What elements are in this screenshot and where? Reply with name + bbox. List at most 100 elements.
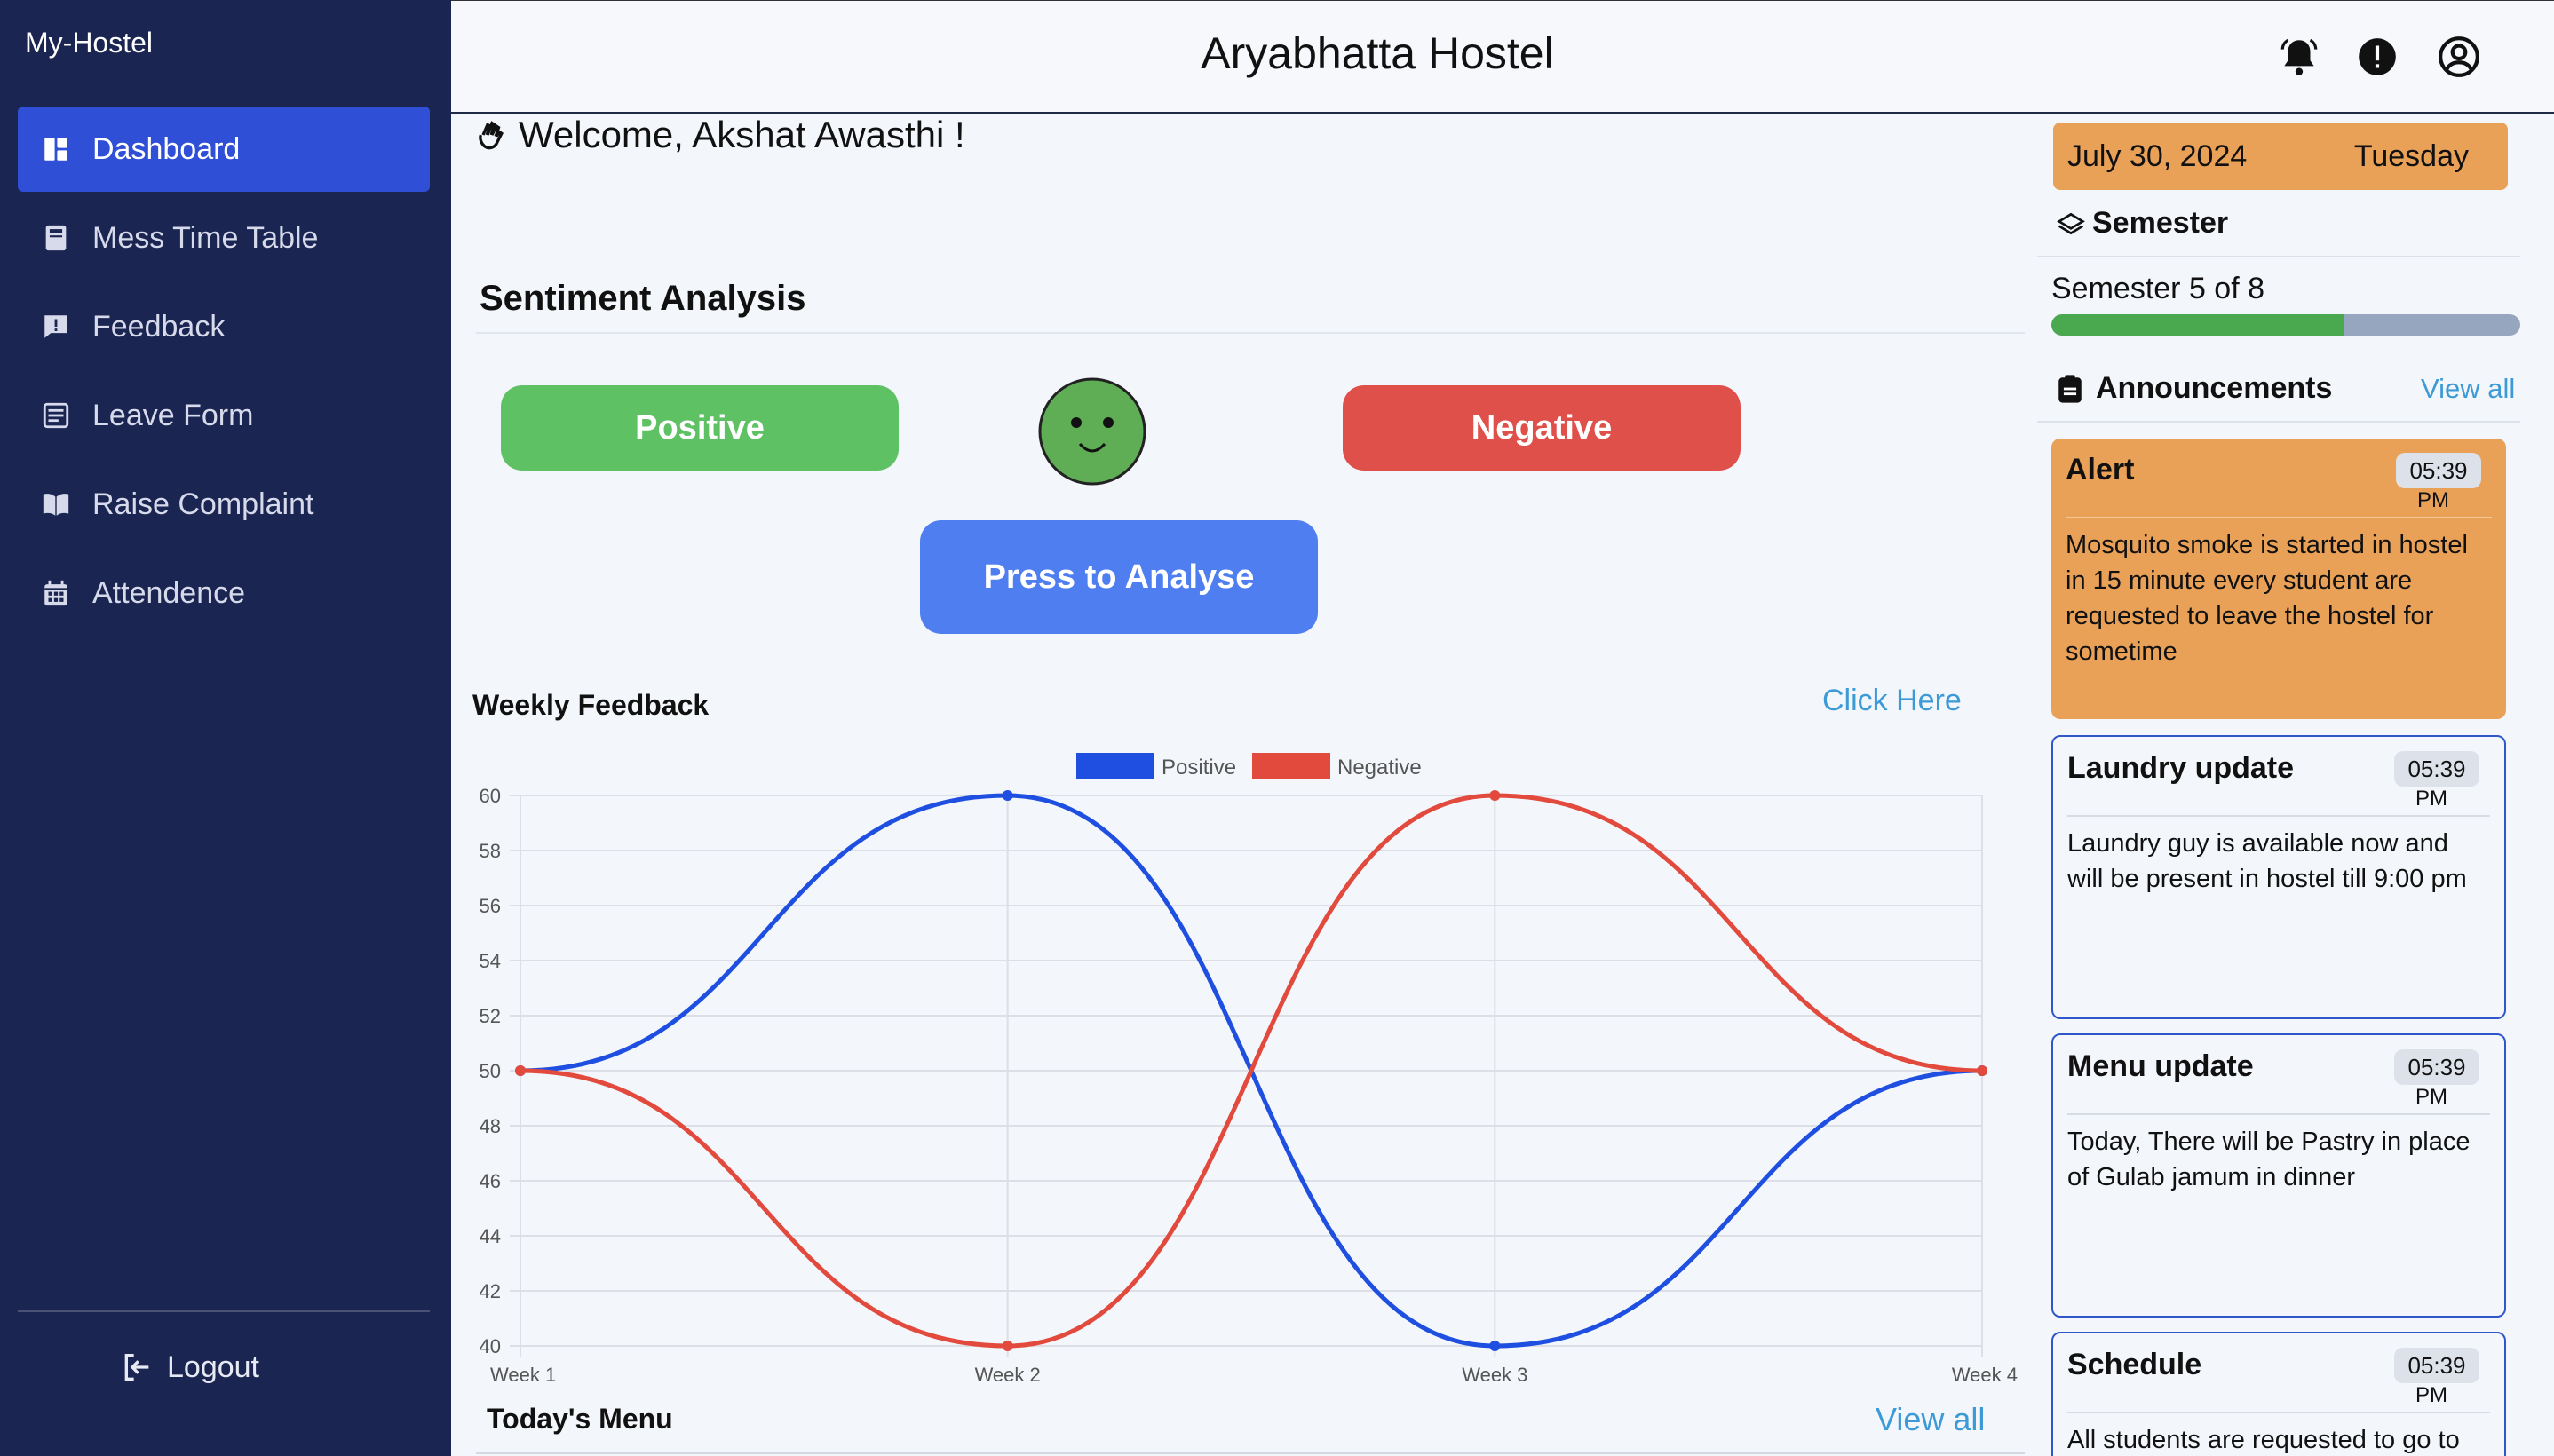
menu-view-all-link[interactable]: View all [1876,1401,1985,1438]
wave-hand-icon [479,121,504,150]
user-circle-icon[interactable] [2437,35,2481,79]
sidebar-item-label: Mess Time Table [92,220,319,255]
semester-heading-label: Semester [2092,206,2229,240]
feedback-icon [41,312,71,342]
sidebar-item-label: Feedback [92,309,226,344]
announcement-time: 05:39 [2394,1049,2479,1085]
page-title: Aryabhatta Hostel [1201,28,1554,78]
announcement-body: All students are requested to go to [2067,1426,2460,1454]
sidebar-item-label: Leave Form [92,398,254,432]
legend-swatch-negative [1252,753,1330,779]
welcome-message: Welcome, Akshat Awasthi ! [474,114,965,156]
positive-button[interactable]: Positive [501,385,899,471]
sidebar-nav: Dashboard Mess Time Table Feedback Leave… [18,107,430,639]
y-tick-label: 48 [480,1115,501,1137]
legend-label-positive: Positive [1162,756,1236,779]
semester-heading: Semester [2057,206,2228,241]
sidebar-item-label: Dashboard [92,131,241,166]
announcements-heading-label: Announcements [2096,371,2333,405]
announcement-title: Schedule [2067,1348,2202,1381]
y-tick-label: 40 [480,1335,501,1357]
data-point-negative [1489,790,1501,801]
date-banner: July 30, 2024 Tuesday [2053,123,2508,190]
form-icon [41,400,71,431]
menu-divider [476,1452,2025,1454]
analyse-button[interactable]: Press to Analyse [920,520,1318,634]
y-tick-label: 50 [480,1060,501,1082]
y-tick-label: 58 [480,840,501,862]
announcement-period: PM [2415,787,2447,811]
sidebar-item-attendence[interactable]: Attendence [18,550,430,636]
semester-divider [2037,256,2520,257]
announcement-period: PM [2417,488,2449,512]
calendar-icon [41,578,71,608]
legend-label-negative: Negative [1337,756,1422,779]
announcement-title: Menu update [2067,1049,2254,1083]
y-tick-label: 44 [480,1225,501,1247]
sidebar-item-dashboard[interactable]: Dashboard [18,107,430,192]
y-tick-label: 52 [480,1005,501,1027]
announcement-body: Mosquito smoke is started in hostel in 1… [2066,531,2468,666]
announcement-card[interactable]: Menu update 05:39 PM Today, There will b… [2051,1033,2506,1318]
data-point-positive [1489,1341,1501,1351]
bell-icon[interactable] [2277,35,2321,79]
welcome-text: Welcome, Akshat Awasthi ! [519,114,965,155]
sentiment-title: Sentiment Analysis [480,279,806,318]
announcements-view-all-link[interactable]: View all [2421,373,2515,405]
announcements-heading: Announcements [2057,371,2332,406]
semester-text: Semester 5 of 8 [2051,272,2265,305]
legend-swatch-positive [1076,753,1154,779]
announcements-divider [2037,421,2520,423]
announcement-time: 05:39 [2394,751,2479,787]
logout-icon [124,1354,149,1381]
announcement-card[interactable]: Laundry update 05:39 PM Laundry guy is a… [2051,735,2506,1019]
announcement-title: Alert [2066,453,2135,487]
x-tick-label: Week 2 [975,1364,1041,1386]
x-tick-label: Week 3 [1462,1364,1527,1386]
announcement-time: 05:39 [2394,1348,2479,1383]
sidebar-item-mess-time-table[interactable]: Mess Time Table [18,195,430,281]
data-point-negative [1977,1065,1987,1076]
negative-button[interactable]: Negative [1343,385,1741,471]
y-tick-label: 46 [480,1170,501,1192]
card-divider [2067,1412,2490,1413]
weekly-feedback-chart: 40 42 44 46 48 50 52 54 56 58 60 Week 1 Week 2 Week 3… [480,753,2018,1386]
weekly-feedback-title: Weekly Feedback [472,689,710,721]
sidebar-item-feedback[interactable]: Feedback [18,284,430,369]
data-point-positive [1002,790,1013,801]
announcement-title: Laundry update [2067,751,2295,785]
click-here-link[interactable]: Click Here [1822,684,1962,718]
sidebar: My-Hostel Dashboard Mess Time Table Feed… [0,0,451,1456]
y-tick-label: 54 [480,950,501,972]
alert-circle-icon[interactable] [2355,35,2399,79]
dashboard-icon [41,134,71,164]
logout-label: Logout [167,1349,259,1384]
y-tick-label: 42 [480,1280,501,1302]
open-book-icon [41,489,71,519]
announcement-body: Today, There will be Pastry in place of … [2067,1128,2471,1191]
y-tick-label: 56 [480,895,501,917]
data-point-negative [1002,1341,1013,1351]
announcement-body: Laundry guy is available now and will be… [2067,829,2467,893]
y-tick-label: 60 [480,785,501,807]
sidebar-item-raise-complaint[interactable]: Raise Complaint [18,462,430,547]
todays-menu-title: Today's Menu [487,1403,673,1435]
card-divider [2067,815,2490,817]
sidebar-item-label: Raise Complaint [92,487,314,521]
semester-progress-bar [2051,314,2520,336]
layers-icon [2057,212,2085,234]
logout-button[interactable]: Logout [119,1349,259,1385]
card-divider [2067,1113,2490,1115]
announcement-period: PM [2415,1383,2447,1407]
sidebar-divider [18,1310,430,1312]
section-divider [476,332,2025,334]
x-tick-label: Week 1 [490,1364,556,1386]
semester-progress-fill [2051,314,2344,336]
brand-logo-text: My-Hostel [25,27,154,59]
data-point-negative [515,1065,526,1076]
announcement-card[interactable]: Alert 05:39 PM Mosquito smoke is started… [2051,439,2506,719]
sidebar-item-label: Attendence [92,575,246,610]
card-divider [2066,517,2492,518]
sidebar-item-leave-form[interactable]: Leave Form [18,373,430,458]
announcement-card[interactable]: Schedule 05:39 PM All students are reque… [2051,1332,2506,1456]
